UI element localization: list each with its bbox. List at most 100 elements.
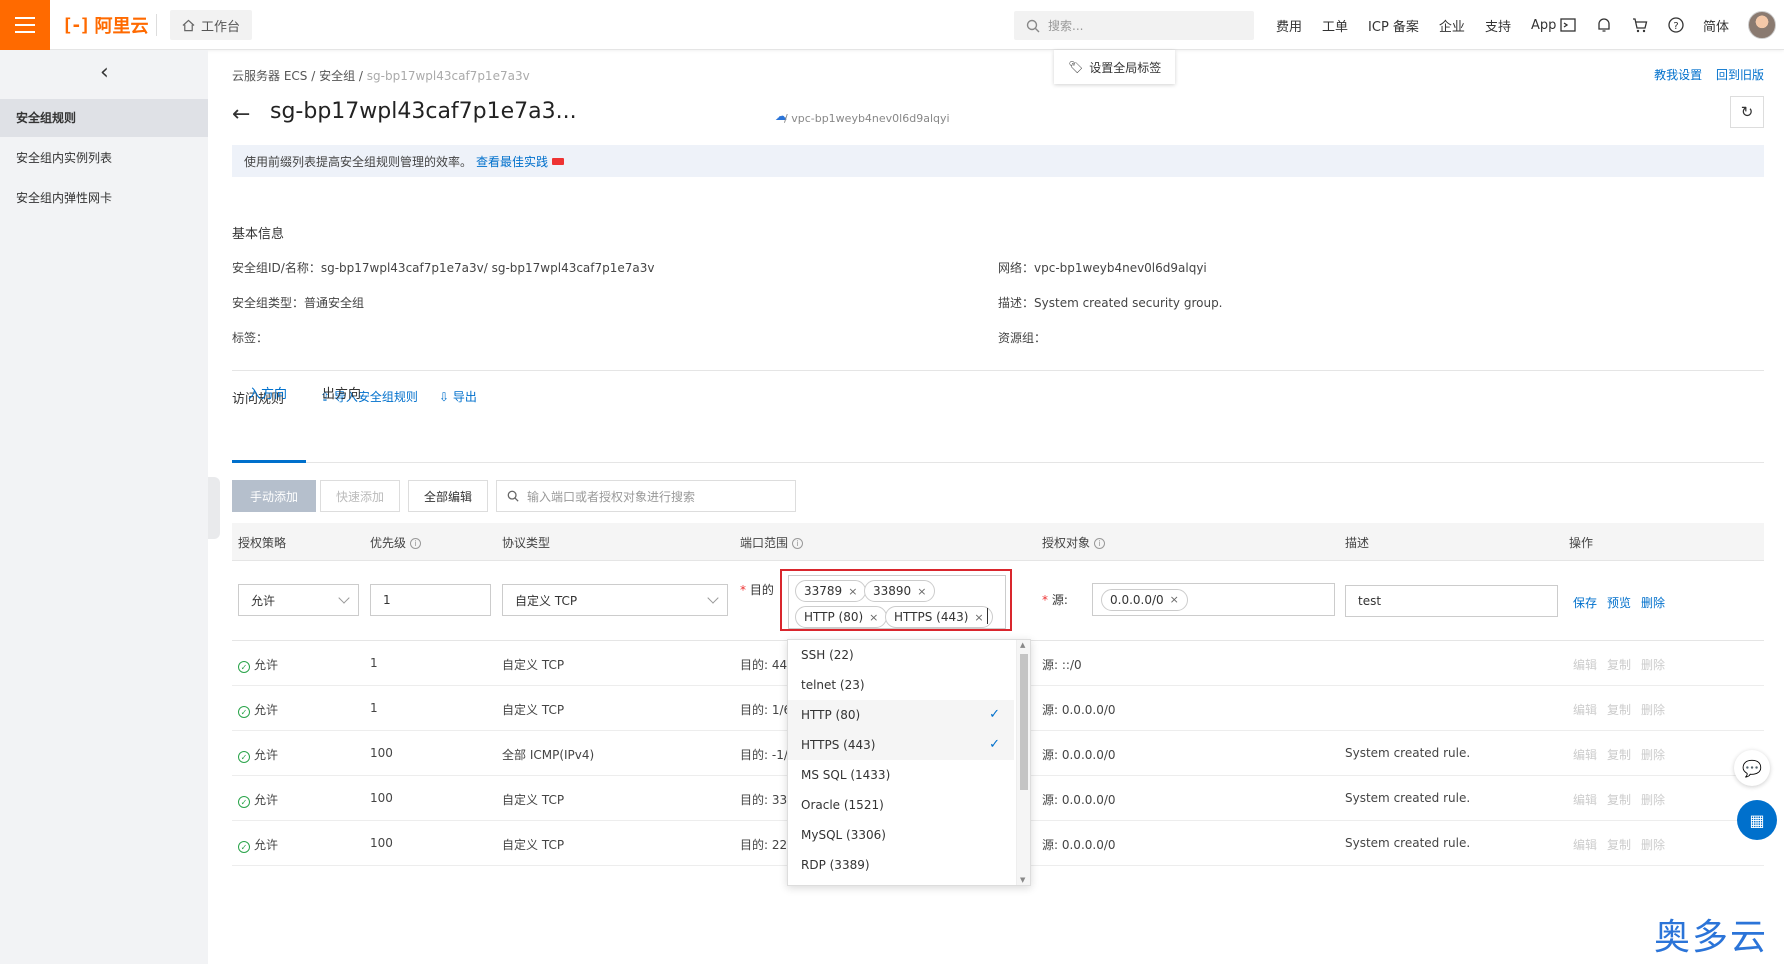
remove-chip-icon[interactable]: × — [974, 611, 983, 624]
old-version-link[interactable]: 回到旧版 — [1716, 68, 1764, 82]
remove-chip-icon[interactable]: × — [1170, 593, 1179, 606]
dropdown-option[interactable]: HTTPS (443) ✓ — [788, 730, 1014, 760]
breadcrumb-sg[interactable]: 安全组 — [319, 69, 355, 83]
global-search-input[interactable]: 搜索... — [1014, 11, 1254, 40]
copy-link[interactable]: 复制 — [1607, 656, 1631, 673]
source-chip[interactable]: 0.0.0.0/0 × — [1101, 588, 1188, 611]
nav-icp[interactable]: ICP 备案 — [1368, 16, 1419, 35]
menu-button[interactable] — [0, 0, 50, 50]
global-tag-button[interactable]: 🏷 设置全局标签 — [1054, 50, 1176, 84]
dropdown-option[interactable]: SSH (22) — [788, 640, 1014, 670]
save-link[interactable]: 保存 — [1573, 594, 1597, 611]
teach-me-link[interactable]: 教我设置 — [1654, 68, 1702, 82]
language-switch[interactable]: 简体 — [1703, 16, 1729, 35]
dropdown-scrollbar[interactable]: ▲ ▼ — [1016, 640, 1030, 885]
breadcrumb: 云服务器 ECS / 安全组 / sg-bp17wpl43caf7p1e7a3v — [232, 69, 530, 83]
edit-all-button[interactable]: 全部编辑 — [408, 480, 488, 512]
sg-id-row: 安全组ID/名称：sg-bp17wpl43caf7p1e7a3v/ sg-bp1… — [232, 259, 655, 276]
copy-link[interactable]: 复制 — [1607, 791, 1631, 808]
vpc-subtitle[interactable]: / vpc-bp1weyb4nev0l6d9alqyi — [784, 112, 950, 125]
manual-add-button[interactable]: 手动添加 — [232, 480, 316, 512]
sidebar-item-eni[interactable]: 安全组内弹性网卡 — [0, 179, 208, 217]
user-avatar[interactable] — [1748, 11, 1776, 39]
info-icon[interactable]: i — [792, 538, 804, 549]
source-input[interactable]: 0.0.0.0/0 × — [1092, 583, 1335, 616]
policy-cell: ✓ 允许 — [238, 746, 278, 763]
copy-link[interactable]: 复制 — [1607, 746, 1631, 763]
edit-link[interactable]: 编辑 — [1573, 836, 1597, 853]
aliyun-logo[interactable]: [-] 阿里云 — [62, 12, 149, 38]
best-practice-link[interactable]: 查看最佳实践 — [476, 153, 548, 170]
terminal-icon[interactable] — [1559, 16, 1577, 34]
edit-link[interactable]: 编辑 — [1573, 791, 1597, 808]
refresh-button[interactable]: ↻ — [1730, 96, 1764, 128]
dropdown-option[interactable]: MS SQL (1433) — [788, 760, 1014, 790]
dropdown-option[interactable]: RDP (3389) — [788, 850, 1014, 880]
port-chip[interactable]: HTTPS (443) × — [885, 606, 993, 628]
remove-chip-icon[interactable]: × — [848, 585, 857, 598]
edit-link[interactable]: 编辑 — [1573, 746, 1597, 763]
check-icon: ✓ — [989, 737, 1000, 752]
priority-input[interactable]: 1 — [370, 584, 491, 616]
dropdown-option[interactable]: Oracle (1521) — [788, 790, 1014, 820]
network-value[interactable]: vpc-bp1weyb4nev0l6d9alqyi — [1034, 261, 1207, 275]
delete-link[interactable]: 删除 — [1641, 594, 1665, 611]
workbench-button[interactable]: 工作台 — [170, 10, 253, 40]
dropdown-option[interactable]: HTTP (80) ✓ — [788, 700, 1014, 730]
nav-ticket[interactable]: 工单 — [1322, 16, 1348, 35]
copy-link[interactable]: 复制 — [1607, 701, 1631, 718]
remove-chip-icon[interactable]: × — [869, 611, 878, 624]
scroll-down-icon[interactable]: ▼ — [1020, 876, 1025, 884]
port-chip[interactable]: 33789 × — [795, 580, 867, 602]
option-label: SSH (22) — [801, 648, 854, 662]
delete-link[interactable]: 删除 — [1641, 656, 1665, 673]
help-icon[interactable]: ? — [1667, 16, 1685, 34]
nav-enterprise[interactable]: 企业 — [1439, 16, 1465, 35]
protocol-select[interactable]: 自定义 TCP — [502, 584, 728, 616]
quick-add-button[interactable]: 快速添加 — [320, 480, 400, 512]
delete-link[interactable]: 删除 — [1641, 746, 1665, 763]
port-chip-label: HTTPS (443) — [894, 610, 969, 624]
preview-link[interactable]: 预览 — [1607, 594, 1631, 611]
divider — [156, 14, 157, 36]
policy-select[interactable]: 允许 — [238, 584, 359, 616]
breadcrumb-ecs[interactable]: 云服务器 ECS — [232, 69, 307, 83]
cart-icon[interactable] — [1631, 16, 1649, 34]
port-chip[interactable]: 33890 × — [864, 580, 936, 602]
refresh-icon: ↻ — [1740, 103, 1754, 121]
port-chip[interactable]: HTTP (80) × — [795, 606, 888, 628]
port-range-multiselect[interactable]: 33789 × 33890 × HTTP (80) × HTTPS (443) × — [788, 575, 1006, 629]
sidebar-item-sg-rules[interactable]: 安全组规则 — [0, 99, 208, 137]
dropdown-option[interactable]: MySQL (3306) — [788, 820, 1014, 850]
col-priority-label: 优先级 — [370, 536, 407, 550]
nav-support[interactable]: 支持 — [1485, 16, 1511, 35]
remove-chip-icon[interactable]: × — [917, 585, 926, 598]
bell-icon[interactable] — [1595, 16, 1613, 34]
delete-link[interactable]: 删除 — [1641, 836, 1665, 853]
tab-inbound[interactable]: 入方向 — [248, 383, 287, 402]
scrollbar-thumb[interactable] — [1020, 654, 1028, 790]
info-icon[interactable]: i — [410, 538, 422, 549]
rule-search-input[interactable]: 输入端口或者授权对象进行搜索 — [496, 480, 796, 512]
dropdown-option[interactable]: telnet (23) — [788, 670, 1014, 700]
sidebar-item-instances[interactable]: 安全组内实例列表 — [0, 139, 208, 177]
tab-outbound[interactable]: 出方向 — [322, 383, 361, 402]
active-tab-indicator — [232, 460, 306, 463]
apps-grid-icon[interactable]: ▦ — [1737, 800, 1777, 840]
copy-link[interactable]: 复制 — [1607, 836, 1631, 853]
back-arrow-icon[interactable]: ← — [232, 102, 250, 127]
collapse-sidebar-icon[interactable]: ‹ — [100, 60, 109, 85]
edit-link[interactable]: 编辑 — [1573, 701, 1597, 718]
chat-icon[interactable]: 💬 — [1734, 750, 1770, 786]
edit-link[interactable]: 编辑 — [1573, 656, 1597, 673]
delete-link[interactable]: 删除 — [1641, 701, 1665, 718]
policy-text: 允许 — [254, 793, 279, 807]
scroll-up-icon[interactable]: ▲ — [1020, 641, 1025, 649]
description-input[interactable]: test — [1345, 585, 1558, 617]
port-chip-label: 33890 — [873, 584, 912, 598]
nav-app[interactable]: App — [1531, 18, 1556, 33]
export-link[interactable]: ⇩ 导出 — [439, 388, 477, 405]
delete-link[interactable]: 删除 — [1641, 791, 1665, 808]
nav-fee[interactable]: 费用 — [1276, 16, 1302, 35]
info-icon[interactable]: i — [1094, 538, 1106, 549]
